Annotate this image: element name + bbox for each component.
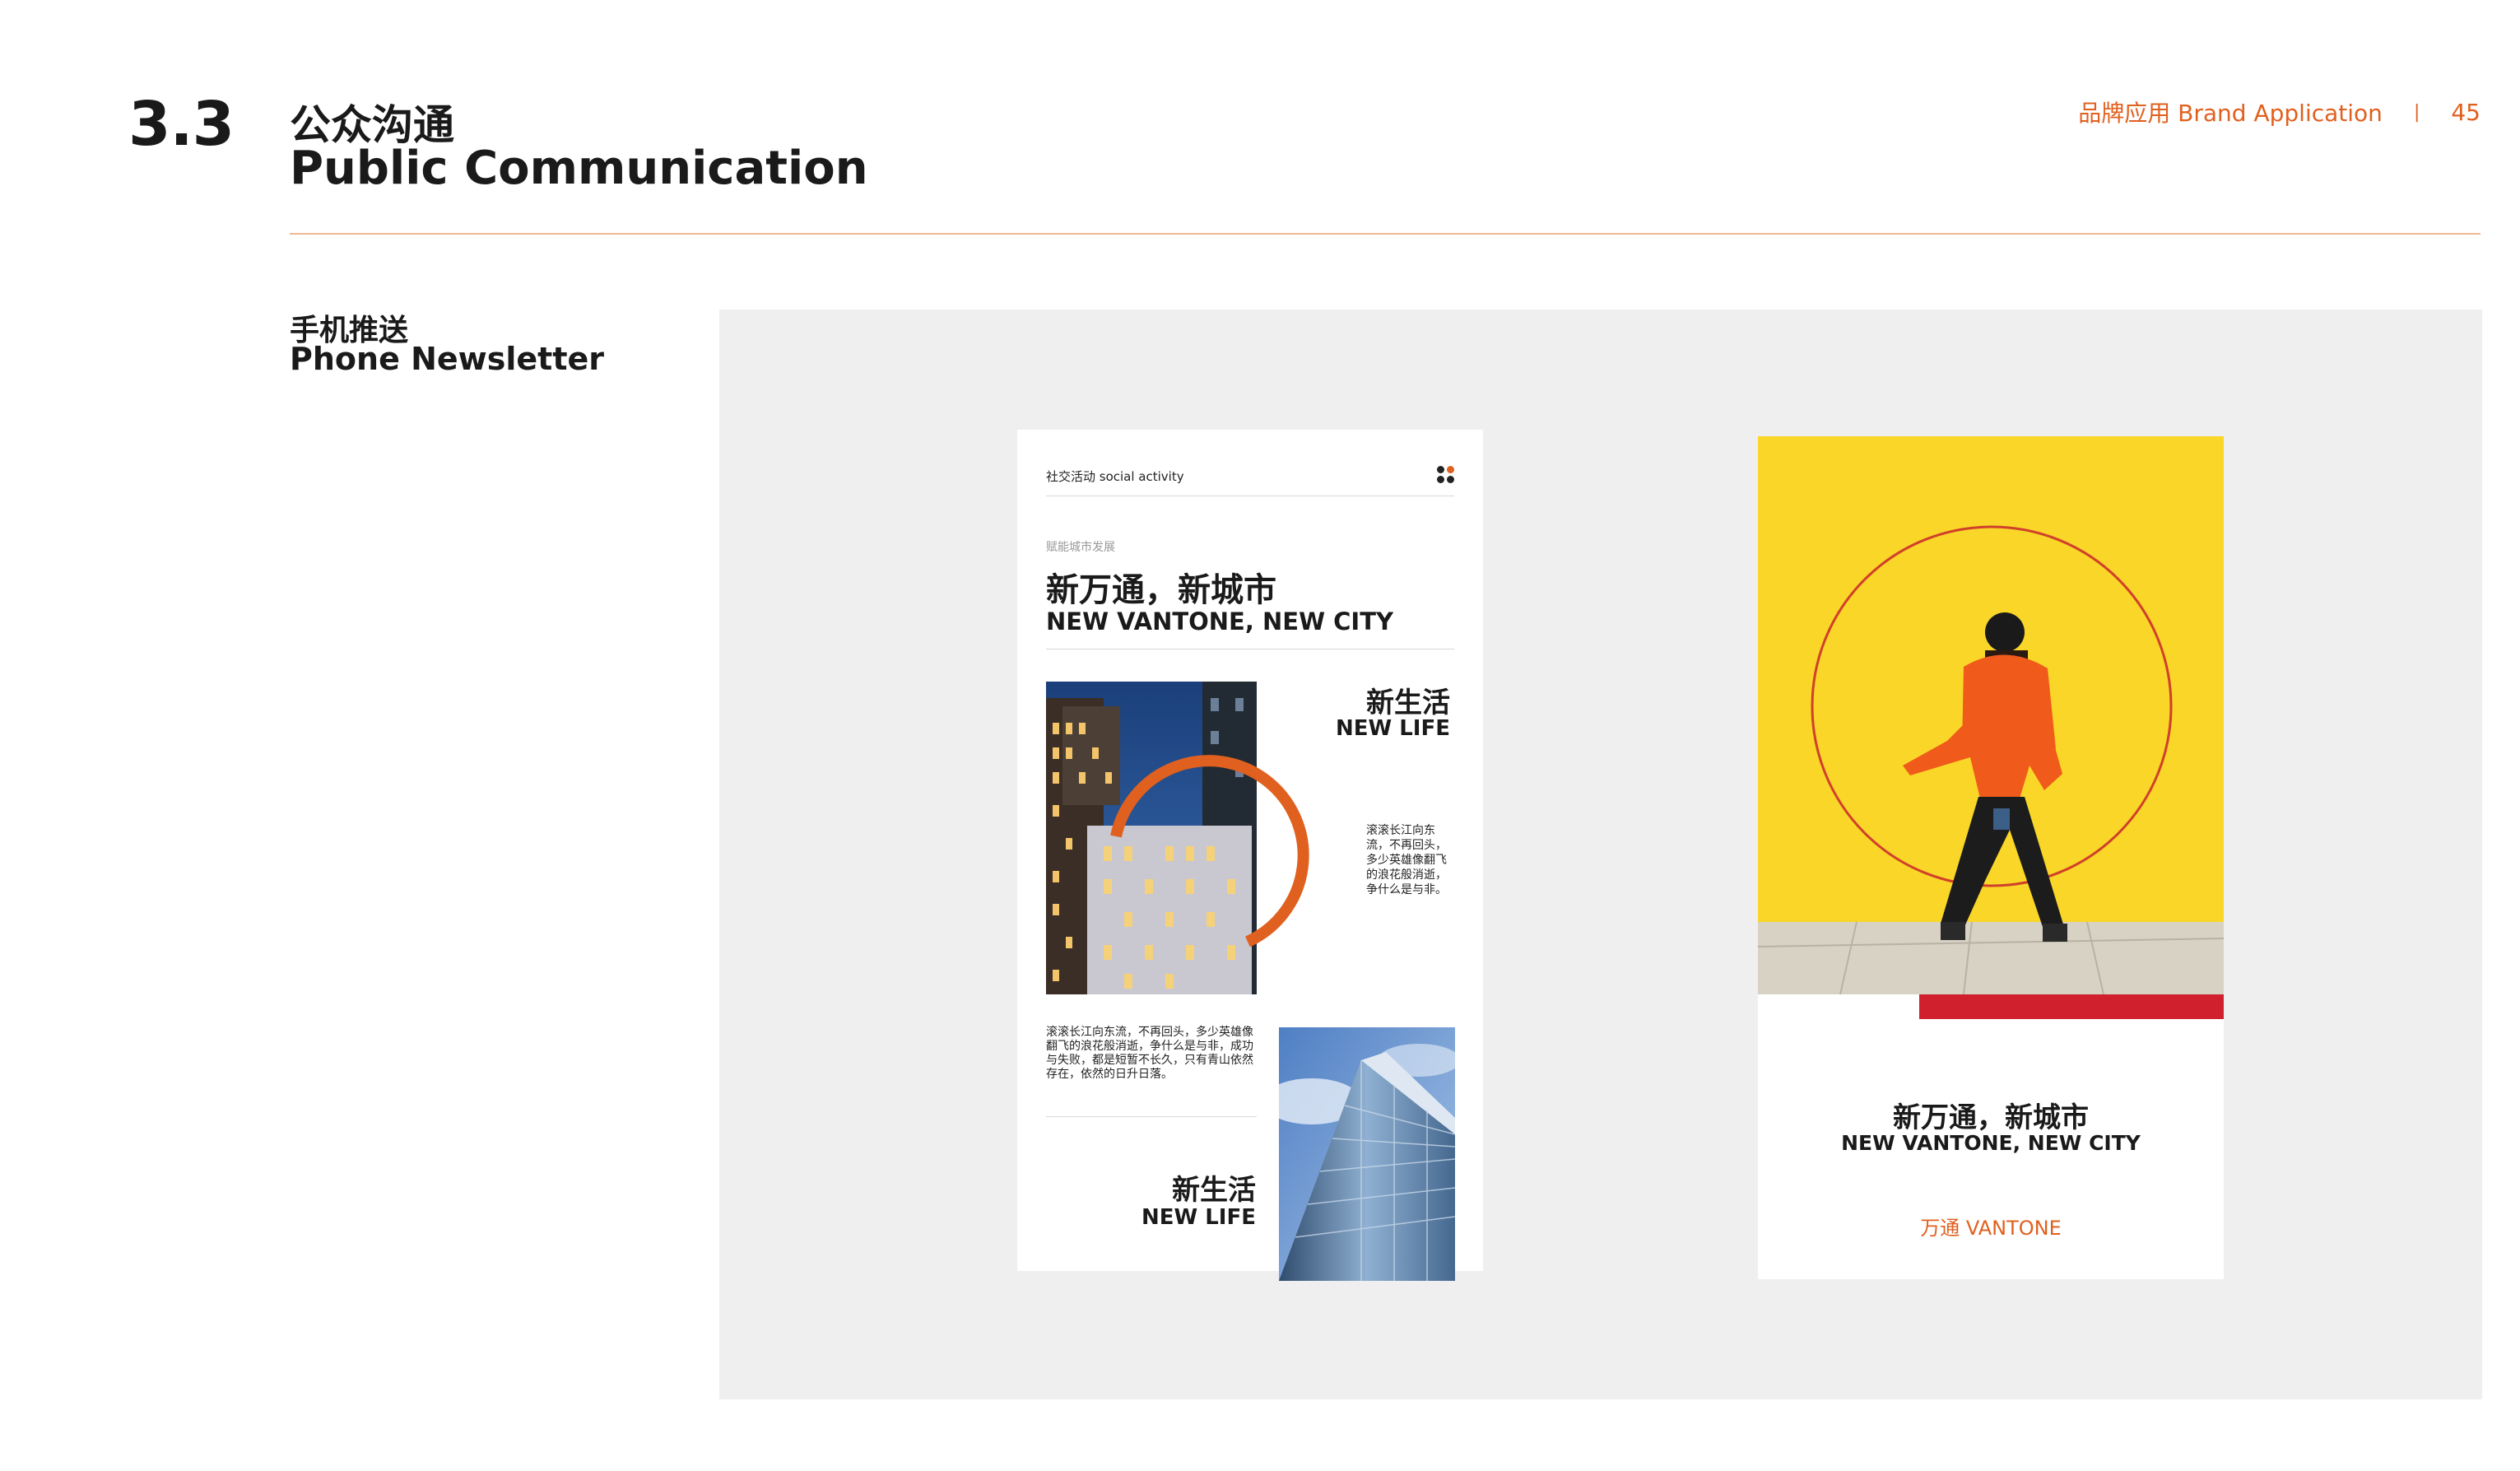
logo-zh: 万通 [1920, 1217, 1960, 1240]
orange-ring-graphic [1110, 755, 1309, 947]
header-meta: 品牌应用 Brand Application | 45 [2078, 95, 2480, 128]
yellow-wall-person-image [1758, 436, 2224, 994]
menu-dots-icon [1437, 466, 1455, 484]
vantone-logo: 万通 VANTONE [1758, 1212, 2224, 1241]
page-number: 45 [2451, 98, 2480, 126]
category-label: 品牌应用 Brand Application [2078, 100, 2383, 127]
subsection-title-en: Phone Newsletter [290, 341, 605, 377]
glass-tower-image [1279, 1027, 1455, 1281]
section-number: 3.3 [128, 89, 235, 160]
body-paragraph: 滚滚长江向东流，不再回头，多少英雄像翻飞的浪花般消逝，争什么是与非，成功与失败，… [1046, 1026, 1253, 1081]
small-caption: 赋能城市发展 [1046, 541, 1115, 554]
cover-headline-en: NEW VANTONE, NEW CITY [1841, 1131, 2141, 1155]
logo-en: VANTONE [1965, 1217, 2062, 1240]
header-separator: | [2413, 101, 2420, 123]
cover-headline-zh: 新万通，新城市 [1893, 1101, 2089, 1134]
social-activity-label: 社交活动 social activity [1046, 469, 1184, 484]
page-title-en: Public Communication [290, 142, 868, 195]
new-life-zh: 新生活 [1366, 687, 1450, 719]
headline-zh: 新万通，新城市 [1046, 571, 1276, 609]
divider [1046, 1116, 1257, 1117]
new-life-en: NEW LIFE [1335, 716, 1450, 741]
phone-mockup-cover: 新万通，新城市 NEW VANTONE, NEW CITY 万通 VANTONE [1758, 436, 2224, 1279]
new-life-zh-2: 新生活 [1172, 1174, 1256, 1207]
phone-mockup-social: 社交活动 social activity 赋能城市发展 新万通，新城市 NEW … [1017, 430, 1483, 1281]
headline-en: NEW VANTONE, NEW CITY [1046, 607, 1394, 635]
new-life-en-2: NEW LIFE [1141, 1205, 1256, 1230]
poem-text: 滚滚长江向东流，不再回头，多少英雄像翻飞的浪花般消逝，争什么是与非。 [1366, 824, 1447, 896]
header-rule [290, 233, 2480, 235]
red-accent-bar [1919, 994, 2224, 1019]
